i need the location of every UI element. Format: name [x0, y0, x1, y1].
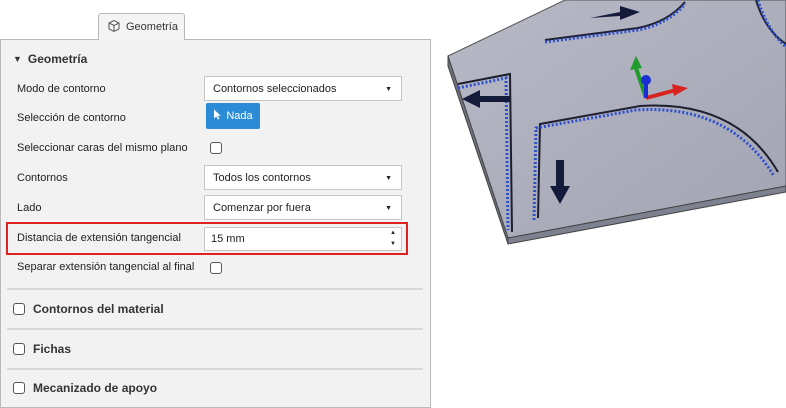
chevron-down-icon: ▼ [385, 205, 392, 212]
lado-value: Comenzar por fuera [213, 201, 311, 214]
contornos-value: Todos los contornos [213, 171, 311, 184]
contornos-label: Contornos [17, 172, 68, 184]
group-checkbox[interactable] [13, 303, 25, 315]
group-contornos-material[interactable]: Contornos del material [13, 302, 164, 316]
modo-contorno-value: Contornos seleccionados [213, 82, 337, 95]
seleccion-contorno-button-label: Nada [226, 110, 253, 122]
seleccionar-caras-label: Seleccionar caras del mismo plano [17, 142, 188, 154]
distancia-value: 15 mm [211, 233, 245, 245]
section-header-geometria[interactable]: ▼ Geometría [13, 52, 87, 66]
divider [7, 328, 423, 330]
separar-label: Separar extensión tangencial al final [17, 261, 195, 273]
spin-up-icon[interactable]: ▲ [390, 229, 396, 238]
divider [7, 288, 423, 290]
geometry-panel: ▼ Geometría Modo de contorno Contornos s… [0, 39, 431, 408]
chevron-down-icon: ▼ [385, 86, 392, 93]
divider [7, 368, 423, 370]
lado-select[interactable]: Comenzar por fuera ▼ [204, 195, 402, 220]
modo-contorno-select[interactable]: Contornos seleccionados ▼ [204, 76, 402, 101]
distancia-label: Distancia de extensión tangencial [17, 232, 181, 244]
group-label: Fichas [33, 342, 72, 356]
tab-label: Geometría [126, 21, 178, 33]
section-title: Geometría [27, 52, 88, 66]
plate-top-face [447, 0, 786, 239]
spinner-arrows[interactable]: ▲ ▼ [387, 229, 399, 249]
contornos-select[interactable]: Todos los contornos ▼ [204, 165, 402, 190]
cube-icon [107, 19, 121, 36]
lado-label: Lado [17, 202, 42, 214]
tab-geometria[interactable]: Geometría [98, 13, 185, 40]
model-viewport[interactable] [440, 0, 786, 408]
seleccionar-caras-checkbox[interactable] [210, 142, 222, 154]
group-label: Contornos del material [33, 302, 164, 316]
chevron-down-icon: ▼ [385, 175, 392, 182]
seleccion-contorno-label: Selección de contorno [17, 112, 126, 124]
group-label: Mecanizado de apoyo [33, 381, 158, 395]
cursor-arrow-icon [213, 109, 222, 123]
separar-checkbox[interactable] [210, 262, 222, 274]
group-checkbox[interactable] [13, 343, 25, 355]
distancia-input[interactable]: 15 mm ▲ ▼ [204, 227, 402, 251]
triangle-down-icon: ▼ [13, 54, 22, 64]
group-checkbox[interactable] [13, 382, 25, 394]
group-fichas[interactable]: Fichas [13, 342, 71, 356]
spin-down-icon[interactable]: ▼ [390, 240, 396, 249]
group-mecanizado-apoyo[interactable]: Mecanizado de apoyo [13, 381, 157, 395]
seleccion-contorno-button[interactable]: Nada [206, 103, 260, 129]
modo-contorno-label: Modo de contorno [17, 83, 106, 95]
